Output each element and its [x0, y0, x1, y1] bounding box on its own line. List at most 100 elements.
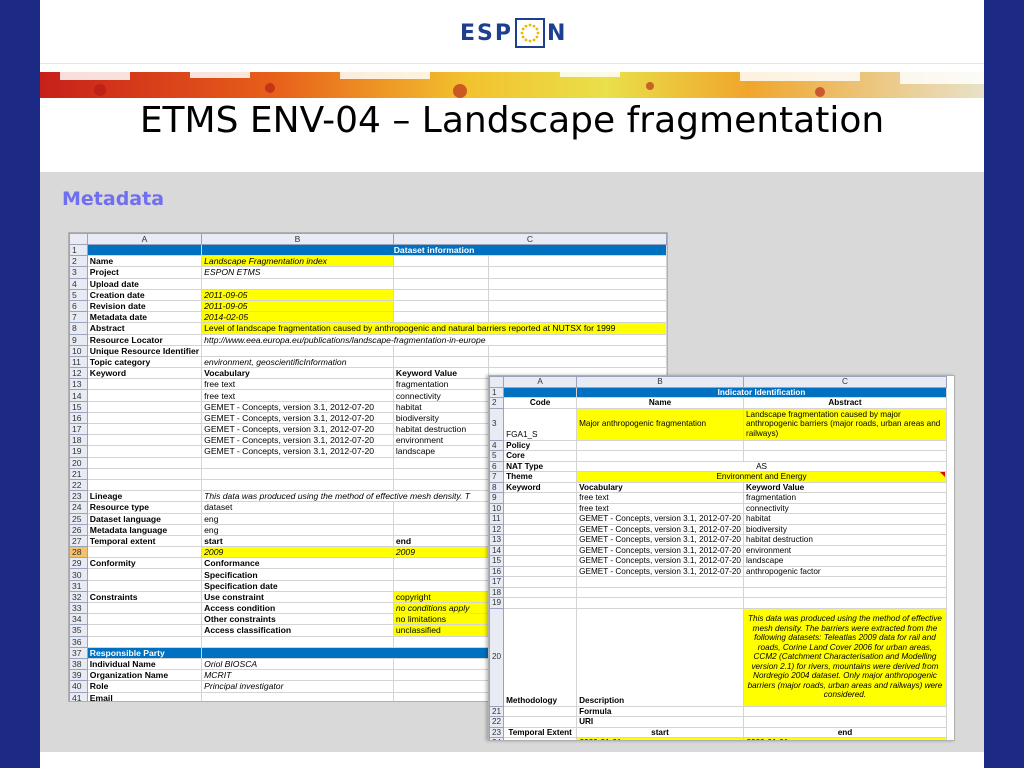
row-number[interactable]: 19: [69, 445, 88, 458]
cell-c[interactable]: landscape: [742, 555, 947, 567]
cell-c[interactable]: [392, 523, 489, 536]
cell-a[interactable]: [503, 513, 578, 525]
row-number[interactable]: 2: [69, 255, 88, 268]
cell-b[interactable]: GEMET - Concepts, version 3.1, 2012-07-2…: [576, 555, 744, 567]
merged-value-cell[interactable]: Environment and Energy: [576, 471, 947, 483]
cell-c[interactable]: Abstract: [742, 397, 947, 409]
cell-c[interactable]: anthropogenic factor: [742, 565, 947, 577]
cell-a[interactable]: [503, 716, 578, 728]
cell-c[interactable]: end: [392, 534, 489, 548]
cell-c[interactable]: [742, 586, 947, 598]
cell-b[interactable]: Name: [576, 397, 744, 409]
cell-b[interactable]: Landscape Fragmentation index: [201, 255, 394, 268]
cell-c[interactable]: Landscape fragmentation caused by major …: [742, 407, 947, 441]
row-number[interactable]: 22: [69, 478, 88, 492]
cell-c[interactable]: [392, 501, 489, 514]
cell-a[interactable]: Revision date: [86, 299, 203, 313]
row-number[interactable]: 33: [69, 601, 88, 615]
cell-a[interactable]: [86, 568, 203, 581]
cell-c[interactable]: [392, 579, 489, 592]
cell-a[interactable]: Email: [86, 691, 203, 701]
row-number[interactable]: 7: [69, 311, 88, 324]
cell-a[interactable]: [503, 544, 578, 556]
cell-a[interactable]: Core: [503, 450, 578, 462]
cell-a[interactable]: [503, 576, 578, 588]
cell-a[interactable]: [86, 400, 203, 413]
cell-a[interactable]: [503, 502, 578, 514]
cell-c[interactable]: [392, 467, 489, 480]
cell-a[interactable]: Project: [86, 266, 203, 279]
cell-c[interactable]: fragmentation: [392, 378, 489, 391]
cell-a[interactable]: Topic category: [86, 355, 203, 369]
row-number[interactable]: 7: [489, 471, 505, 483]
cell-c[interactable]: [392, 266, 489, 279]
merged-value-cell[interactable]: AS: [576, 460, 947, 472]
cell-a[interactable]: [503, 705, 578, 717]
merged-header-cell[interactable]: Indicator Identification: [576, 386, 947, 398]
cell-a[interactable]: Keyword: [86, 367, 203, 380]
row-number[interactable]: 11: [69, 355, 88, 369]
cell-c[interactable]: [392, 311, 489, 324]
cell-c[interactable]: environment: [742, 544, 947, 556]
cell-a[interactable]: [86, 445, 203, 458]
row-number[interactable]: 24: [489, 737, 505, 740]
cell-a[interactable]: [86, 434, 203, 447]
row-number[interactable]: 12: [69, 367, 88, 380]
cell-c[interactable]: 2009-01-01: [742, 737, 947, 740]
row-number[interactable]: 31: [69, 579, 88, 592]
column-header[interactable]: C: [392, 233, 667, 245]
cell-b[interactable]: start: [201, 534, 394, 548]
cell-a[interactable]: [86, 601, 203, 615]
cell-a[interactable]: Policy: [503, 439, 578, 451]
cell-a[interactable]: [86, 624, 203, 637]
cell-c[interactable]: habitat: [392, 400, 489, 413]
cell-a[interactable]: [86, 456, 203, 469]
cell-c[interactable]: biodiversity: [742, 523, 947, 535]
row-number[interactable]: 12: [489, 523, 505, 535]
cell-b[interactable]: Specification: [201, 568, 394, 581]
cell-c[interactable]: connectivity: [742, 502, 947, 514]
cell-b[interactable]: Level of landscape fragmentation caused …: [201, 322, 667, 335]
cell-b[interactable]: Description: [576, 607, 744, 707]
row-number[interactable]: 9: [69, 333, 88, 346]
cell-b[interactable]: [576, 597, 744, 609]
cell-b[interactable]: free text: [576, 492, 744, 504]
cell-b[interactable]: Use constraint: [201, 590, 394, 604]
cell-b[interactable]: Principal investigator: [201, 680, 394, 693]
cell-b[interactable]: 2011-09-05: [201, 288, 394, 301]
cell-a[interactable]: Unique Resource Identifier: [86, 344, 203, 357]
cell-c[interactable]: no limitations: [392, 613, 489, 626]
cell-a[interactable]: Individual Name: [86, 657, 203, 671]
cell-b[interactable]: MCRIT: [201, 669, 394, 682]
cell-b[interactable]: Formula: [576, 705, 744, 717]
cell-d[interactable]: [487, 255, 667, 268]
row-number[interactable]: 16: [489, 565, 505, 577]
row-number[interactable]: 23: [489, 726, 505, 738]
row-number[interactable]: 28: [69, 546, 88, 559]
cell-b[interactable]: Major anthropogenic fragmentation: [576, 407, 744, 441]
cell-c[interactable]: [392, 456, 489, 469]
cell-b[interactable]: free text: [201, 378, 394, 391]
cell-c[interactable]: end: [742, 726, 947, 738]
cell-c[interactable]: habitat destruction: [742, 534, 947, 546]
row-number[interactable]: 20: [69, 456, 88, 469]
cell-c[interactable]: [392, 255, 489, 268]
cell-b[interactable]: [576, 439, 744, 451]
cell-a[interactable]: Organization Name: [86, 669, 203, 682]
cell-b[interactable]: 2009: [201, 546, 394, 559]
cell-b[interactable]: GEMET - Concepts, version 3.1, 2012-07-2…: [576, 513, 744, 525]
row-number[interactable]: 36: [69, 635, 88, 648]
row-number[interactable]: 14: [489, 544, 505, 556]
cell-a[interactable]: Methodology: [503, 607, 578, 707]
cell-a[interactable]: Temporal extent: [86, 534, 203, 548]
cell-a[interactable]: Dataset language: [86, 512, 203, 525]
cell-b[interactable]: [201, 456, 394, 469]
cell-b[interactable]: GEMET - Concepts, version 3.1, 2012-07-2…: [201, 434, 394, 447]
cell-d[interactable]: [487, 277, 667, 290]
corner-cell[interactable]: [489, 376, 505, 388]
cell-c[interactable]: [392, 657, 489, 671]
cell-b[interactable]: GEMET - Concepts, version 3.1, 2012-07-2…: [576, 565, 744, 577]
row-number[interactable]: 38: [69, 657, 88, 671]
cell-c[interactable]: Keyword Value: [742, 481, 947, 493]
cell-b[interactable]: [201, 635, 394, 648]
